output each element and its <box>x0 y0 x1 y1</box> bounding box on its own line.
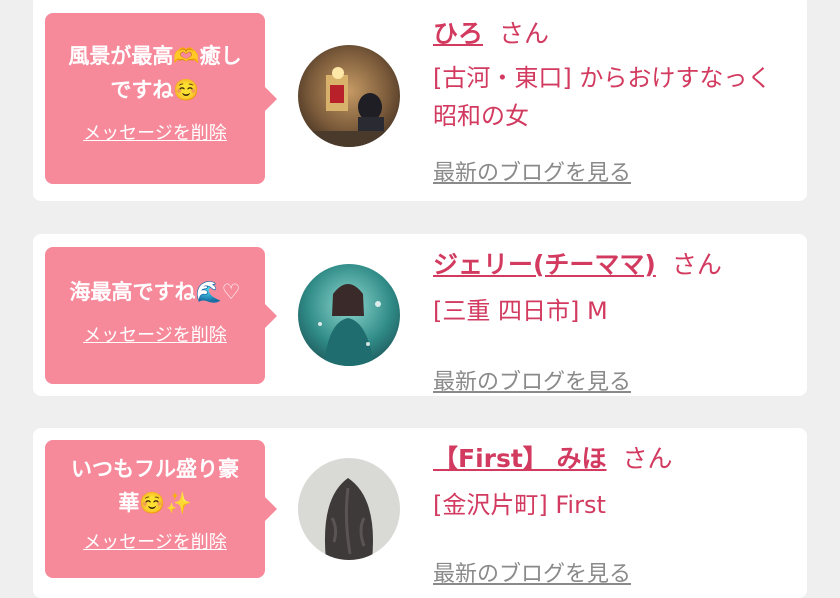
message-card: 風景が最高🫶癒し ですね☺️ メッセージを削除 ひろ さん [古河・東口] から… <box>33 0 807 201</box>
sender-area: [三重 四日市] M <box>433 297 608 325</box>
sender-name-link[interactable]: 【First】 みほ <box>433 444 607 473</box>
sender-name-link[interactable]: ジェリー(チーママ) <box>433 250 656 279</box>
latest-blog-link[interactable]: 最新のブログを見る <box>433 155 631 187</box>
honorific: さん <box>622 444 673 473</box>
delete-message-link[interactable]: メッセージを削除 <box>83 528 227 554</box>
message-card: いつもフル盛り豪 華☺️✨ メッセージを削除 【First】 みほ さん [金沢片… <box>33 428 807 598</box>
avatar[interactable] <box>298 45 400 147</box>
message-text: いつもフル盛り豪 華☺️✨ <box>71 457 239 515</box>
delete-message-link[interactable]: メッセージを削除 <box>83 119 227 145</box>
honorific: さん <box>499 19 550 48</box>
message-bubble: いつもフル盛り豪 華☺️✨ メッセージを削除 <box>45 440 277 578</box>
sender-area: [金沢片町] First <box>433 491 606 519</box>
message-card: 海最高ですね🌊♡ メッセージを削除 ジェリー(チーママ) さん [三重 四日市]… <box>33 234 807 396</box>
latest-blog-link[interactable]: 最新のブログを見る <box>433 364 631 396</box>
avatar[interactable] <box>298 458 400 560</box>
avatar[interactable] <box>298 264 400 366</box>
sender-info: ひろ さん [古河・東口] からおけすなっく 昭和の女 最新のブログを見る <box>433 17 797 186</box>
sender-info: ジェリー(チーママ) さん [三重 四日市] M 最新のブログを見る <box>433 248 797 395</box>
message-bubble: 海最高ですね🌊♡ メッセージを削除 <box>45 247 277 384</box>
latest-blog-link[interactable]: 最新のブログを見る <box>433 556 631 588</box>
message-text: 海最高ですね🌊♡ <box>69 280 241 304</box>
message-text: 風景が最高🫶癒し ですね☺️ <box>68 44 242 102</box>
sender-name-link[interactable]: ひろ <box>433 19 483 48</box>
delete-message-link[interactable]: メッセージを削除 <box>83 321 227 347</box>
message-list: 風景が最高🫶癒し ですね☺️ メッセージを削除 ひろ さん [古河・東口] から… <box>0 0 840 598</box>
sender-info: 【First】 みほ さん [金沢片町] First 最新のブログを見る <box>433 442 797 587</box>
honorific: さん <box>671 250 722 279</box>
sender-area: [古河・東口] からおけすなっく 昭和の女 <box>433 64 772 130</box>
message-bubble: 風景が最高🫶癒し ですね☺️ メッセージを削除 <box>45 13 277 184</box>
